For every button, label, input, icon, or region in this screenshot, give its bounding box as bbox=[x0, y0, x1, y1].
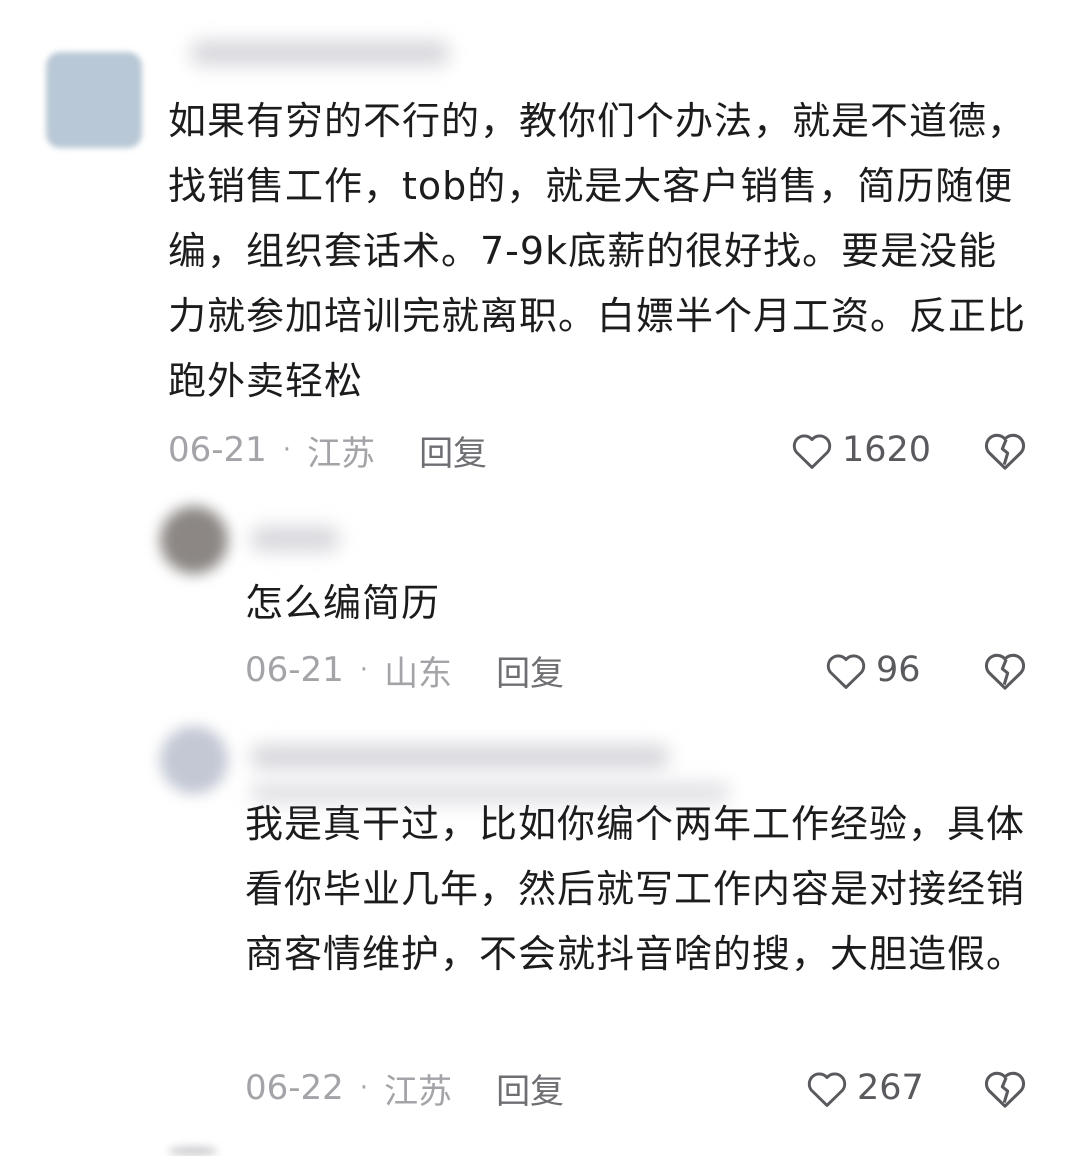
heart-outline-icon bbox=[826, 654, 866, 689]
avatar[interactable] bbox=[160, 506, 228, 574]
avatar[interactable] bbox=[168, 1146, 218, 1156]
username-blurred[interactable] bbox=[190, 40, 450, 66]
reply-button[interactable]: 回复 bbox=[496, 646, 564, 695]
avatar[interactable] bbox=[46, 52, 142, 148]
like-button[interactable]: 267 bbox=[805, 1063, 924, 1113]
reply-button[interactable]: 回复 bbox=[496, 1064, 564, 1113]
broken-heart-icon[interactable] bbox=[982, 647, 1028, 693]
heart-outline-icon bbox=[792, 434, 832, 469]
comment-text: 如果有穷的不行的，教你们个办法，就是不道德，找销售工作，tob的，就是大客户销售… bbox=[168, 99, 1027, 403]
broken-heart-icon[interactable] bbox=[982, 1065, 1028, 1111]
like-count: 1620 bbox=[842, 430, 932, 470]
meta-separator: · bbox=[359, 655, 369, 685]
heart-outline-icon bbox=[807, 1072, 847, 1107]
broken-heart-icon[interactable] bbox=[982, 427, 1028, 473]
meta-separator: · bbox=[359, 1073, 369, 1103]
comment-location: 江苏 bbox=[307, 433, 376, 474]
like-count: 96 bbox=[876, 650, 921, 690]
like-button[interactable]: 1620 bbox=[790, 425, 931, 475]
reply-button[interactable]: 回复 bbox=[419, 426, 487, 475]
comment-item: 如果有穷的不行的，教你们个办法，就是不道德，找销售工作，tob的，就是大客户销售… bbox=[0, 0, 1080, 490]
comment-location: 江苏 bbox=[384, 1071, 453, 1112]
username-blurred[interactable] bbox=[250, 526, 340, 552]
comment-meta: 06-21 · 山东 回复 bbox=[245, 645, 564, 695]
meta-separator: · bbox=[282, 435, 292, 465]
comment-text: 我是真干过，比如你编个两年工作经验，具体看你毕业几年，然后就写工作内容是对接经销… bbox=[245, 802, 1026, 976]
username-blurred[interactable] bbox=[250, 744, 670, 770]
comment-date: 06-22 bbox=[245, 1068, 344, 1108]
reply-item: 怎么编简历 06-21 · 山东 回复 96 bbox=[0, 490, 1080, 720]
reply-item: 我是真干过，比如你编个两年工作经验，具体看你毕业几年，然后就写工作内容是对接经销… bbox=[0, 720, 1080, 1140]
comment-meta: 06-21 · 江苏 回复 bbox=[168, 425, 487, 475]
avatar[interactable] bbox=[160, 726, 228, 794]
comment-text: 怎么编简历 bbox=[245, 581, 441, 625]
comment-location: 山东 bbox=[384, 653, 453, 694]
comment-meta: 06-22 · 江苏 回复 bbox=[245, 1063, 564, 1113]
comment-date: 06-21 bbox=[245, 650, 344, 690]
like-button[interactable]: 96 bbox=[824, 645, 921, 695]
like-count: 267 bbox=[857, 1068, 924, 1108]
comment-date: 06-21 bbox=[168, 430, 267, 470]
